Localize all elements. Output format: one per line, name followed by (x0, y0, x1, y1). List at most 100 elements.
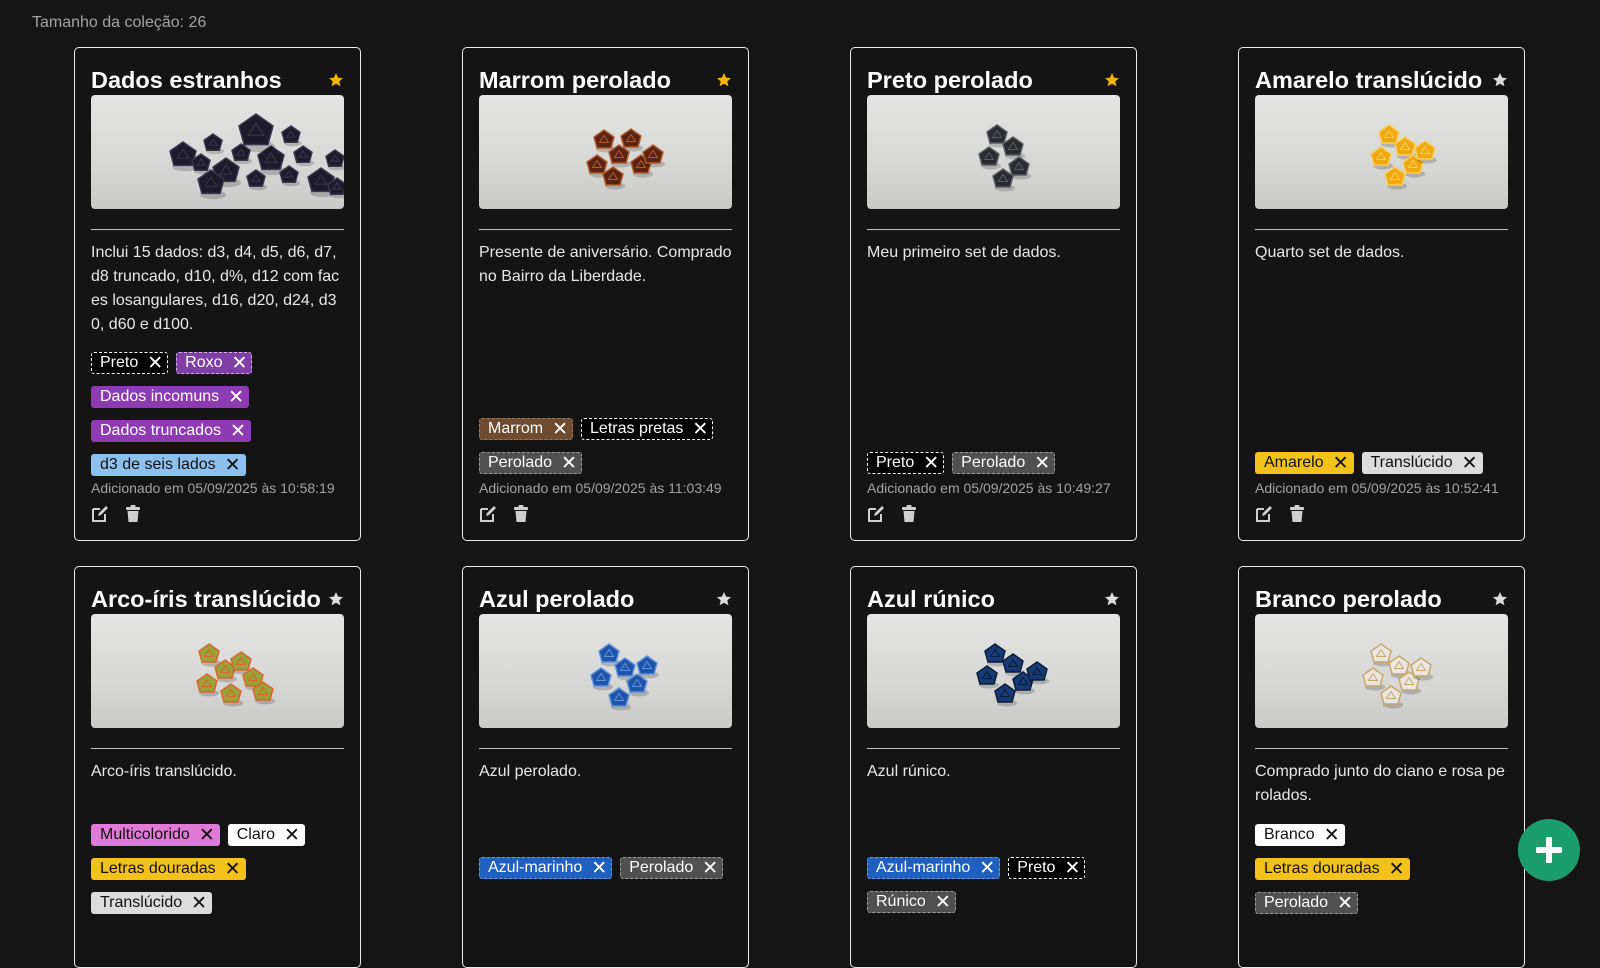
card-title: Azul rúnico (867, 585, 995, 612)
dice-set-card: Azul rúnico Azul rúnico. Azul-marinho ✕ Pr… (850, 566, 1137, 968)
tag-chip[interactable]: Roxo ✕ (176, 352, 253, 374)
card-actions (1255, 505, 1305, 523)
star-icon[interactable] (716, 72, 732, 88)
close-icon[interactable]: ✕ (225, 859, 241, 879)
close-icon[interactable]: ✕ (147, 353, 163, 373)
tag-chip[interactable]: Marrom ✕ (479, 418, 574, 440)
card-actions (867, 505, 917, 523)
tag-label: Preto (1017, 859, 1056, 876)
close-icon[interactable]: ✕ (1462, 453, 1478, 473)
card-description: Quarto set de dados. (1255, 244, 1405, 261)
trash-icon[interactable] (1289, 505, 1305, 523)
tag-label: Preto (876, 454, 915, 471)
tag-list: Azul-marinho ✕ Perolado ✕ (479, 857, 738, 891)
tag-chip[interactable]: Amarelo ✕ (1255, 452, 1354, 474)
close-icon[interactable]: ✕ (979, 858, 995, 878)
tag-label: Claro (236, 826, 275, 843)
add-set-button[interactable] (1518, 819, 1580, 881)
card-title: Azul perolado (479, 585, 635, 612)
dice-set-card: Dados estranhos Inclui 15 dados: d3, d4,… (74, 47, 361, 541)
divider (479, 748, 732, 749)
star-icon[interactable] (1492, 72, 1508, 88)
card-description: Inclui 15 dados: d3, d4, d5, d6, d7, d8 … (91, 244, 340, 333)
divider (867, 229, 1120, 230)
star-icon[interactable] (1104, 72, 1120, 88)
close-icon[interactable]: ✕ (199, 825, 215, 845)
close-icon[interactable]: ✕ (230, 421, 246, 441)
tag-chip[interactable]: Claro ✕ (227, 824, 305, 846)
divider (479, 229, 732, 230)
tag-chip[interactable]: Rúnico ✕ (867, 891, 956, 913)
card-title: Dados estranhos (91, 66, 282, 93)
close-icon[interactable]: ✕ (591, 858, 607, 878)
close-icon[interactable]: ✕ (692, 419, 708, 439)
tag-chip[interactable]: Perolado ✕ (952, 452, 1056, 474)
tag-chip[interactable]: Azul-marinho ✕ (479, 857, 613, 879)
star-icon[interactable] (1104, 591, 1120, 607)
card-actions (91, 505, 141, 523)
tag-chip[interactable]: Perolado ✕ (620, 857, 724, 879)
tag-chip[interactable]: d3 de seis lados ✕ (91, 454, 246, 476)
close-icon[interactable]: ✕ (923, 453, 939, 473)
tag-chip[interactable]: Perolado ✕ (1255, 892, 1358, 914)
tag-list: Multicolorido ✕ Claro ✕ Letras douradas ✕ Tran… (91, 824, 350, 926)
tag-list: Branco ✕ Letras douradas ✕ Perolado ✕ (1255, 824, 1514, 926)
edit-icon[interactable] (479, 505, 497, 523)
tag-chip[interactable]: Letras douradas ✕ (91, 858, 246, 880)
edit-icon[interactable] (867, 505, 885, 523)
close-icon[interactable]: ✕ (1389, 859, 1405, 879)
close-icon[interactable]: ✕ (702, 858, 718, 878)
dice-photo-art (169, 113, 344, 200)
tag-chip[interactable]: Dados truncados ✕ (91, 420, 251, 442)
card-description: Meu primeiro set de dados. (867, 244, 1061, 261)
divider (1255, 748, 1508, 749)
close-icon[interactable]: ✕ (228, 387, 244, 407)
star-icon[interactable] (1492, 591, 1508, 607)
tag-chip[interactable]: Preto ✕ (1008, 857, 1086, 879)
dice-set-card: Branco perolado Comprado junto do ciano … (1238, 566, 1525, 968)
tag-chip[interactable]: Multicolorido ✕ (91, 824, 220, 846)
card-description: Comprado junto do ciano e rosa perolados… (1255, 763, 1505, 804)
tag-chip[interactable]: Translúcido ✕ (1361, 452, 1483, 474)
tag-label: Translúcido (100, 894, 183, 911)
edit-icon[interactable] (1255, 505, 1273, 523)
tag-chip[interactable]: Letras douradas ✕ (1255, 858, 1410, 880)
close-icon[interactable]: ✕ (1034, 453, 1050, 473)
tag-chip[interactable]: Perolado ✕ (479, 452, 582, 474)
dice-photo-art (1370, 124, 1437, 190)
star-icon[interactable] (328, 591, 344, 607)
added-timestamp: Adicionado em 05/09/2025 às 10:49:27 (867, 480, 1111, 496)
close-icon[interactable]: ✕ (191, 893, 207, 913)
close-icon[interactable]: ✕ (561, 453, 577, 473)
dice-photo (1255, 614, 1508, 728)
close-icon[interactable]: ✕ (232, 353, 248, 373)
dice-photo-art (978, 124, 1031, 192)
close-icon[interactable]: ✕ (225, 455, 241, 475)
close-icon[interactable]: ✕ (552, 419, 568, 439)
dice-photo-art (196, 643, 275, 707)
tag-chip[interactable]: Preto ✕ (867, 452, 945, 474)
tag-chip[interactable]: Azul-marinho ✕ (867, 857, 1001, 879)
trash-icon[interactable] (901, 505, 917, 523)
tag-label: Letras douradas (100, 860, 216, 877)
tag-chip[interactable]: Preto ✕ (91, 352, 169, 374)
edit-icon[interactable] (91, 505, 109, 523)
tag-chip[interactable]: Letras pretas ✕ (581, 418, 714, 440)
tag-label: Preto (100, 354, 139, 371)
tag-label: Perolado (1264, 894, 1329, 911)
star-icon[interactable] (328, 72, 344, 88)
star-icon[interactable] (716, 591, 732, 607)
close-icon[interactable]: ✕ (1333, 453, 1349, 473)
close-icon[interactable]: ✕ (284, 825, 300, 845)
tag-chip[interactable]: Translúcido ✕ (91, 892, 213, 914)
close-icon[interactable]: ✕ (1337, 893, 1353, 913)
tag-label: Perolado (629, 859, 694, 876)
close-icon[interactable]: ✕ (1324, 825, 1340, 845)
trash-icon[interactable] (513, 505, 529, 523)
tag-chip[interactable]: Dados incomuns ✕ (91, 386, 250, 408)
tag-chip[interactable]: Branco ✕ (1255, 824, 1345, 846)
close-icon[interactable]: ✕ (935, 892, 951, 912)
trash-icon[interactable] (125, 505, 141, 523)
close-icon[interactable]: ✕ (1064, 858, 1080, 878)
tag-label: Rúnico (876, 893, 926, 910)
